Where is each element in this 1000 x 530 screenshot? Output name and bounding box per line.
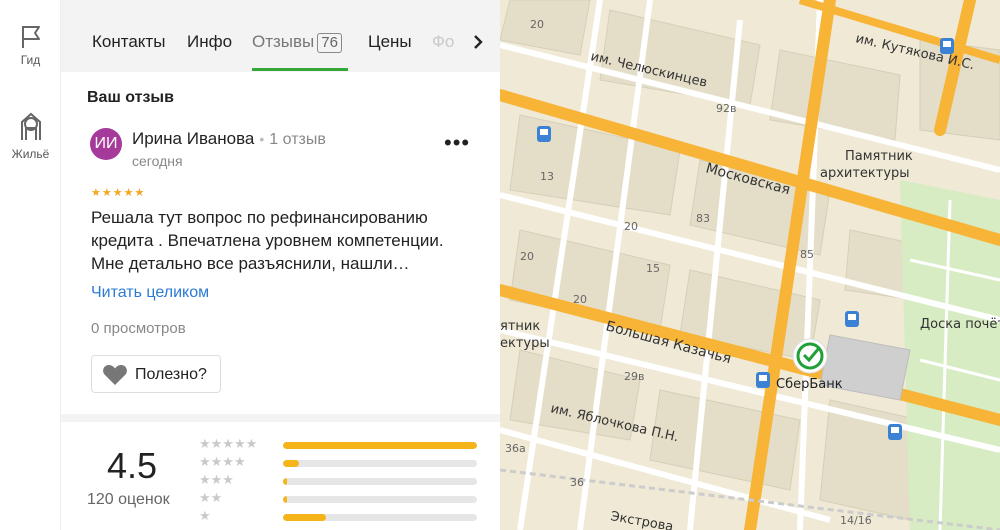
review-stars: ★★★★★ — [91, 187, 146, 199]
house-number: 83 — [696, 212, 710, 225]
house-number: 36а — [505, 442, 526, 455]
rating-distribution-row: ★★★★ — [199, 454, 489, 470]
rail-item-label: Гид — [20, 53, 41, 67]
tab-info[interactable]: Инфо — [187, 32, 232, 52]
section-title: Ваш отзыв — [87, 89, 174, 106]
active-tab-indicator — [252, 68, 348, 71]
bus-stop-icon[interactable] — [940, 38, 954, 54]
tab-photos[interactable]: Фо — [432, 32, 454, 52]
house-number: 20 — [530, 18, 544, 31]
distribution-bar-fill — [283, 496, 287, 503]
map-label: Памятник — [845, 149, 913, 164]
distribution-stars: ★★★ — [199, 472, 234, 487]
review-date: сегодня — [132, 153, 183, 169]
helpful-button[interactable]: Полезно? — [91, 355, 221, 393]
map-label: архитектуры — [820, 166, 910, 181]
house-number: 29в — [624, 370, 644, 383]
house-number: 36 — [570, 476, 584, 489]
rating-distribution-row: ★★★ — [199, 472, 489, 488]
views-count: 0 просмотров — [91, 320, 186, 337]
distribution-bar — [283, 496, 477, 503]
map-label: ектуры — [500, 336, 550, 351]
tab-contacts[interactable]: Контакты — [92, 32, 165, 52]
rating-distribution-row: ★★★★★ — [199, 436, 489, 452]
house-number: 20 — [573, 293, 587, 306]
house-number: 15 — [646, 262, 660, 275]
house-number: 92в — [716, 102, 736, 115]
distribution-bar-fill — [283, 442, 477, 449]
rating-value: 4.5 — [107, 445, 158, 486]
avatar[interactable]: ИИ — [90, 128, 122, 160]
bus-stop-icon[interactable] — [537, 126, 551, 142]
rail-item-housing[interactable]: Жильё — [0, 110, 61, 161]
author-name[interactable]: Ирина Иванова — [132, 129, 254, 148]
bus-stop-icon[interactable] — [756, 372, 770, 388]
map-canvas[interactable]: им. Челюскинцев им. Кутякова И.С. Москов… — [500, 0, 1000, 530]
tabs-bar: Контакты Инфо Отзывы 76 Цены Фо — [61, 0, 500, 72]
tab-prices[interactable]: Цены — [368, 32, 412, 52]
distribution-bar — [283, 478, 477, 485]
house-number: 14/16 — [840, 514, 872, 527]
house-number: 85 — [800, 248, 814, 261]
house-number: 20 — [624, 220, 638, 233]
house-number: 20 — [520, 250, 534, 263]
distribution-bar-fill — [283, 478, 287, 485]
distribution-bar-fill — [283, 514, 326, 521]
house-icon — [20, 112, 41, 140]
sberbank-marker[interactable] — [792, 338, 828, 374]
distribution-stars: ★★★★ — [199, 454, 246, 469]
rating-distribution-row: ★★ — [199, 490, 489, 506]
bus-stop-icon[interactable] — [888, 424, 902, 440]
author-reviews-count: 1 отзыв — [269, 131, 326, 148]
distribution-stars: ★★★★★ — [199, 436, 258, 451]
distribution-stars: ★ — [199, 508, 211, 523]
review-text: Решала тут вопрос по рефинансированию кр… — [91, 208, 444, 273]
tab-reviews-count: 76 — [317, 33, 342, 53]
bus-stop-icon[interactable] — [845, 311, 859, 327]
place-panel: Контакты Инфо Отзывы 76 Цены Фо Ваш отзыв… — [61, 0, 500, 530]
distribution-stars: ★★ — [199, 490, 223, 505]
rail-item-guide[interactable]: Гид — [0, 24, 61, 67]
read-more-link[interactable]: Читать целиком — [91, 284, 209, 302]
tab-reviews-label: Отзывы — [252, 32, 315, 51]
chevron-right-icon[interactable] — [470, 33, 486, 51]
distribution-bar-fill — [283, 460, 299, 467]
distribution-bar — [283, 514, 477, 521]
map-label: Доска почёт — [920, 317, 1000, 332]
tab-reviews[interactable]: Отзывы 76 — [252, 32, 342, 53]
helpful-label: Полезно? — [135, 366, 207, 383]
rail-item-label: Жильё — [11, 147, 50, 161]
house-number: 13 — [540, 170, 554, 183]
left-rail: Гид Жильё — [0, 0, 61, 530]
flag-icon — [21, 26, 40, 48]
review-author: Ирина Иванова • 1 отзыв — [132, 129, 326, 148]
distribution-bar — [283, 442, 477, 449]
distribution-bar — [283, 460, 477, 467]
heart-icon — [103, 365, 127, 385]
more-options-icon[interactable]: ••• — [444, 132, 470, 154]
map-label: ятник — [500, 319, 540, 334]
ratings-count: 120 оценок — [87, 491, 170, 508]
section-divider — [61, 414, 500, 422]
map[interactable]: им. Челюскинцев им. Кутякова И.С. Москов… — [500, 0, 1000, 530]
rating-distribution-row: ★ — [199, 508, 489, 524]
sberbank-label: СберБанк — [776, 377, 843, 392]
